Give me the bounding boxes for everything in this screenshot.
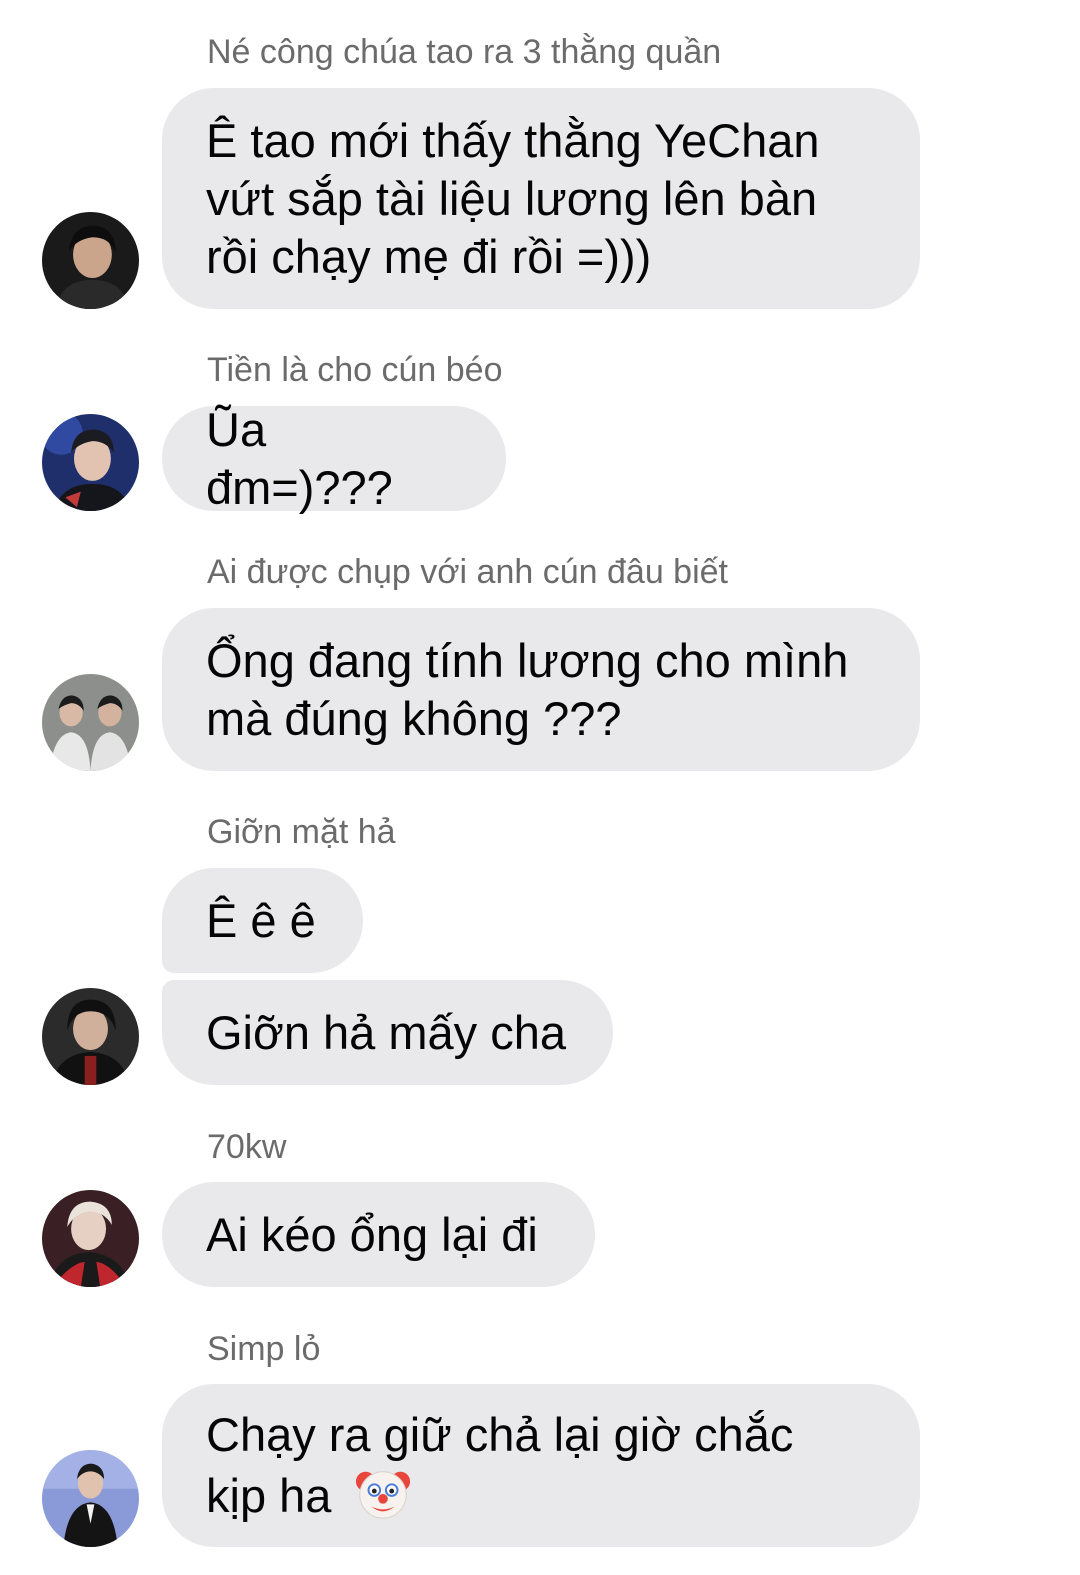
avatar-black-jacket-icon	[42, 988, 139, 1085]
sender-name: Giỡn mặt hả	[207, 813, 396, 851]
clown-face-icon	[356, 1471, 411, 1519]
message-text: Ai kéo ổng lại đi	[206, 1207, 538, 1261]
message-text: Ê tao mới thấy thằng YeChan vứt sắp tài …	[206, 113, 820, 283]
message-bubble[interactable]: Giỡn hả mấy cha	[162, 980, 613, 1085]
avatar[interactable]	[42, 1450, 139, 1547]
avatar-stage-light-icon	[42, 414, 139, 511]
avatar[interactable]	[42, 1190, 139, 1287]
avatar-dark-hair-icon	[42, 212, 139, 309]
message-text: Giỡn hả mấy cha	[206, 1005, 566, 1059]
sender-name: Ai được chụp với anh cún đâu biết	[207, 553, 728, 591]
avatar-suit-icon	[42, 1450, 139, 1547]
avatar[interactable]	[42, 674, 139, 771]
message-bubble[interactable]: Ai kéo ổng lại đi	[162, 1182, 595, 1287]
avatar-red-jersey-icon	[42, 1190, 139, 1287]
avatar[interactable]	[42, 414, 139, 511]
sender-name: Né công chúa tao ra 3 thằng quần	[207, 33, 722, 71]
message-text: Ê ê ê	[206, 893, 316, 947]
message-content: Chạy ra giữ chả lại giờ chắc kịp ha	[206, 1406, 846, 1525]
message-text: Chạy ra giữ chả lại giờ chắc kịp ha	[206, 1408, 794, 1522]
message-bubble[interactable]: Ũa đm=)???	[162, 403, 506, 514]
avatar-group-photo-icon	[42, 674, 139, 771]
message-bubble[interactable]: Ê tao mới thấy thằng YeChan vứt sắp tài …	[162, 88, 920, 309]
sender-name: Tiền là cho cún béo	[207, 351, 503, 389]
message-bubble[interactable]: Ổng đang tính lương cho mình mà đúng khô…	[162, 608, 920, 771]
message-bubble[interactable]: Ê ê ê	[162, 868, 363, 973]
message-text: Ổng đang tính lương cho mình mà đúng khô…	[206, 633, 849, 745]
avatar[interactable]	[42, 212, 139, 309]
sender-name: 70kw	[207, 1128, 287, 1166]
sender-name: Simp lỏ	[207, 1330, 321, 1368]
avatar[interactable]	[42, 988, 139, 1085]
message-text: Ũa đm=)???	[206, 402, 393, 514]
message-bubble[interactable]: Chạy ra giữ chả lại giờ chắc kịp ha	[162, 1384, 920, 1547]
